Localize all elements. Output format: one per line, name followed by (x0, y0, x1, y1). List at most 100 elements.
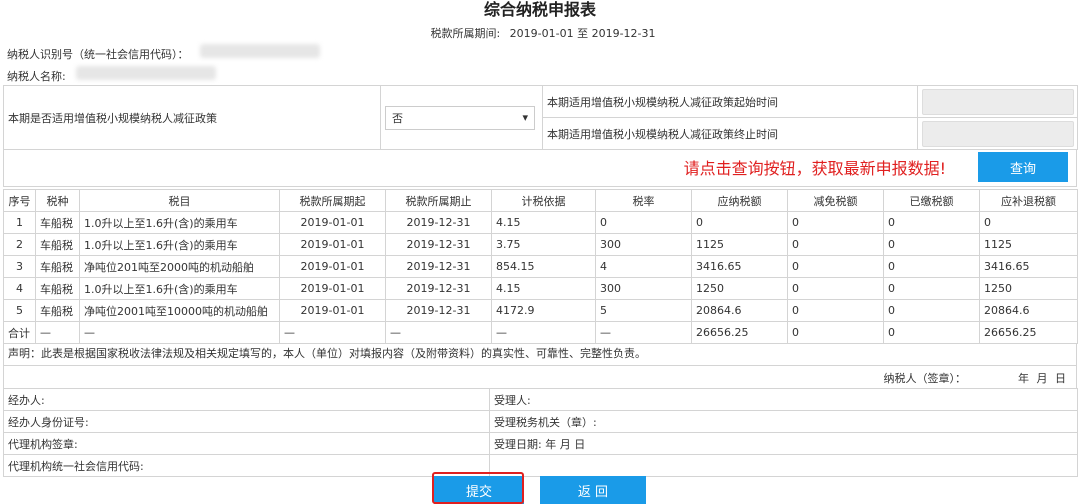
col-header: 计税依据 (491, 189, 596, 212)
table-row: 2 车船税 1.0升以上至1.6升(含)的乘用车 2019-01-01 2019… (3, 233, 1078, 256)
redacted-taxpayer-name (76, 66, 216, 80)
cell: 1125 (979, 233, 1078, 256)
cell: 4.15 (491, 211, 596, 234)
cell: 4.15 (491, 277, 596, 300)
cell: 0 (883, 277, 980, 300)
taxpayer-name-label: 纳税人名称: (7, 70, 66, 83)
policy-select-cell: 否 ▾ (380, 85, 543, 150)
col-header: 序号 (3, 189, 36, 212)
taxpayer-id-label: 纳税人识别号（统一社会信用代码）： (7, 48, 189, 61)
cell: 2019-12-31 (385, 233, 492, 256)
back-button[interactable]: 返 回 (540, 476, 646, 504)
cell: 0 (979, 211, 1078, 234)
table-total-row: 合计 — — — — — — 26656.25 0 0 26656.25 (3, 321, 1078, 344)
policy-start-input[interactable] (922, 88, 1074, 115)
cell: 0 (883, 255, 980, 278)
cell: 300 (595, 233, 692, 256)
chevron-down-icon: ▾ (522, 111, 528, 124)
cell: 0 (787, 299, 884, 322)
col-header: 税款所属期止 (385, 189, 492, 212)
cell: 26656.25 (691, 321, 788, 344)
col-header: 应补退税额 (979, 189, 1078, 212)
cell: 0 (883, 211, 980, 234)
cell: 1250 (691, 277, 788, 300)
tax-period: 税款所属期间: 2019-01-01 至 2019-12-31 (0, 25, 1080, 41)
cell: 1125 (691, 233, 788, 256)
cell: 300 (595, 277, 692, 300)
cell: 4172.9 (491, 299, 596, 322)
policy-select-value: 否 (392, 111, 403, 125)
table-header-row: 序号 税种 税目 税款所属期起 税款所属期止 计税依据 税率 应纳税额 减免税额… (3, 189, 1078, 212)
col-header: 税种 (35, 189, 80, 212)
policy-start-label: 本期适用增值税小规模纳税人减征政策起始时间 (542, 85, 918, 118)
table-row: 3 车船税 净吨位201吨至2000吨的机动船舶 2019-01-01 2019… (3, 255, 1078, 278)
cell: 3416.65 (979, 255, 1078, 278)
cell: 20864.6 (691, 299, 788, 322)
cell: 2019-01-01 (279, 299, 386, 322)
declaration-text: 声明：此表是根据国家税收法律法规及相关规定填写的，本人（单位）对填报内容（及附带… (3, 343, 1077, 366)
cell: — (279, 321, 386, 344)
table-row: 5 车船税 净吨位2001吨至10000吨的机动船舶 2019-01-01 20… (3, 299, 1078, 322)
cell: 4 (595, 255, 692, 278)
cell: 20864.6 (979, 299, 1078, 322)
cell: 1.0升以上至1.6升(含)的乘用车 (79, 277, 280, 300)
redacted-taxpayer-id (200, 44, 320, 58)
period-label: 税款所属期间: (430, 27, 501, 40)
cell: 0 (691, 211, 788, 234)
cell: — (491, 321, 596, 344)
cell: 3 (3, 255, 36, 278)
cell: — (79, 321, 280, 344)
period-value: 2019-01-01 至 2019-12-31 (509, 27, 656, 40)
cell: — (35, 321, 80, 344)
cell: 3416.65 (691, 255, 788, 278)
accept-date-label: 受理日期: 年 月 日 (489, 432, 1078, 455)
tax-data-table: 序号 税种 税目 税款所属期起 税款所属期止 计税依据 税率 应纳税额 减免税额… (3, 189, 1078, 344)
agent-table: 经办人: 受理人: 经办人身份证号: 受理税务机关（章）: 代理机构签章: 受理… (3, 388, 1078, 477)
policy-end-label: 本期适用增值税小规模纳税人减征政策终止时间 (542, 117, 918, 150)
policy-table: 本期是否适用增值税小规模纳税人减征政策 否 ▾ 本期适用增值税小规模纳税人减征政… (3, 85, 1078, 150)
cell: 1.0升以上至1.6升(含)的乘用车 (79, 233, 280, 256)
cell: 2019-01-01 (279, 255, 386, 278)
col-header: 减免税额 (787, 189, 884, 212)
cell: 2019-01-01 (279, 211, 386, 234)
policy-select[interactable]: 否 ▾ (385, 105, 535, 130)
cell: 3.75 (491, 233, 596, 256)
cell: 车船税 (35, 211, 80, 234)
cell: 合计 (3, 321, 36, 344)
col-header: 税款所属期起 (279, 189, 386, 212)
policy-question: 本期是否适用增值税小规模纳税人减征政策 (3, 85, 381, 150)
cell: 0 (787, 277, 884, 300)
cell: 1250 (979, 277, 1078, 300)
policy-end-cell (917, 117, 1078, 150)
handler-id-label: 经办人身份证号: (3, 410, 490, 433)
cell: 4 (3, 277, 36, 300)
cell: 0 (883, 299, 980, 322)
cell: 0 (595, 211, 692, 234)
sign-date: 年 月 日 (1018, 372, 1068, 385)
empty-cell (489, 454, 1078, 477)
cell: 车船税 (35, 255, 80, 278)
query-button[interactable]: 查询 (978, 152, 1068, 182)
cell: 2019-01-01 (279, 233, 386, 256)
cell: — (595, 321, 692, 344)
cell: 车船税 (35, 233, 80, 256)
table-row: 4 车船税 1.0升以上至1.6升(含)的乘用车 2019-01-01 2019… (3, 277, 1078, 300)
agency-sign-label: 代理机构签章: (3, 432, 490, 455)
policy-start-cell (917, 85, 1078, 118)
cell: 854.15 (491, 255, 596, 278)
col-header: 应纳税额 (691, 189, 788, 212)
cell: 0 (883, 321, 980, 344)
col-header: 已缴税额 (883, 189, 980, 212)
cell: 净吨位201吨至2000吨的机动船舶 (79, 255, 280, 278)
cell: 2019-12-31 (385, 299, 492, 322)
cell: 0 (787, 233, 884, 256)
cell: 车船税 (35, 299, 80, 322)
agency-code-label: 代理机构统一社会信用代码: (3, 454, 490, 477)
form-title: 综合纳税申报表 (483, 0, 596, 19)
taxpayer-sign-label: 纳税人（签章）： (883, 372, 967, 385)
policy-end-input[interactable] (922, 120, 1074, 147)
table-row: 1 车船税 1.0升以上至1.6升(含)的乘用车 2019-01-01 2019… (3, 211, 1078, 234)
cell: 2 (3, 233, 36, 256)
cell: 2019-12-31 (385, 211, 492, 234)
query-hint: 请点击查询按钮，获取最新申报数据! (683, 159, 946, 178)
